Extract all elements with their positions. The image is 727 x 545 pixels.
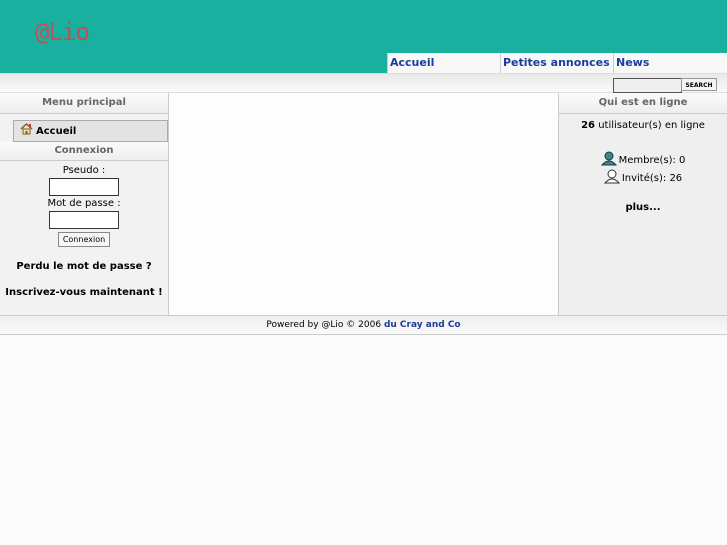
nav-petites-annonces[interactable]: Petites annonces: [500, 53, 613, 73]
lost-password-link[interactable]: Perdu le mot de passe ?: [16, 261, 151, 272]
search-input[interactable]: [613, 78, 682, 93]
pseudo-input[interactable]: [49, 178, 119, 196]
nav-news[interactable]: News: [613, 53, 727, 73]
menu-item-label: Accueil: [36, 125, 77, 137]
more-link[interactable]: plus...: [625, 202, 660, 213]
footer-text: Powered by @Lio © 2006: [266, 320, 384, 330]
guest-icon: [603, 169, 620, 184]
password-label: Mot de passe :: [47, 198, 121, 209]
footer-link[interactable]: du Cray and Co: [384, 320, 461, 330]
password-input[interactable]: [49, 211, 119, 229]
right-sidebar: Qui est en ligne 26 utilisateur(s) en li…: [558, 93, 727, 315]
login-title: Connexion: [0, 142, 168, 161]
search-button[interactable]: SEARCH: [681, 78, 717, 91]
online-title: Qui est en ligne: [559, 93, 727, 114]
menu-item-accueil[interactable]: Accueil: [13, 120, 168, 142]
guests-count: Invité(s): 26: [621, 173, 683, 184]
search-bar: SEARCH: [0, 73, 727, 93]
menu-title: Menu principal: [0, 93, 168, 114]
footer: Powered by @Lio © 2006 du Cray and Co: [0, 315, 727, 335]
member-icon: [600, 151, 617, 166]
home-icon: [20, 123, 33, 135]
left-sidebar: Menu principal Accueil Connexion Pseudo …: [0, 93, 169, 315]
main-content: [169, 93, 558, 315]
members-count: Membre(s): 0: [618, 155, 686, 166]
users-text: utilisateur(s) en ligne: [595, 120, 705, 131]
pseudo-label: Pseudo :: [62, 165, 106, 176]
top-nav: Accueil Petites annonces News: [387, 53, 727, 73]
logo: @Lio: [35, 18, 90, 46]
nav-accueil[interactable]: Accueil: [387, 53, 500, 73]
users-count: 26: [581, 120, 596, 131]
header: @Lio Accueil Petites annonces News: [0, 0, 727, 73]
login-button[interactable]: Connexion: [57, 232, 111, 247]
register-link[interactable]: Inscrivez-vous maintenant !: [5, 287, 162, 298]
